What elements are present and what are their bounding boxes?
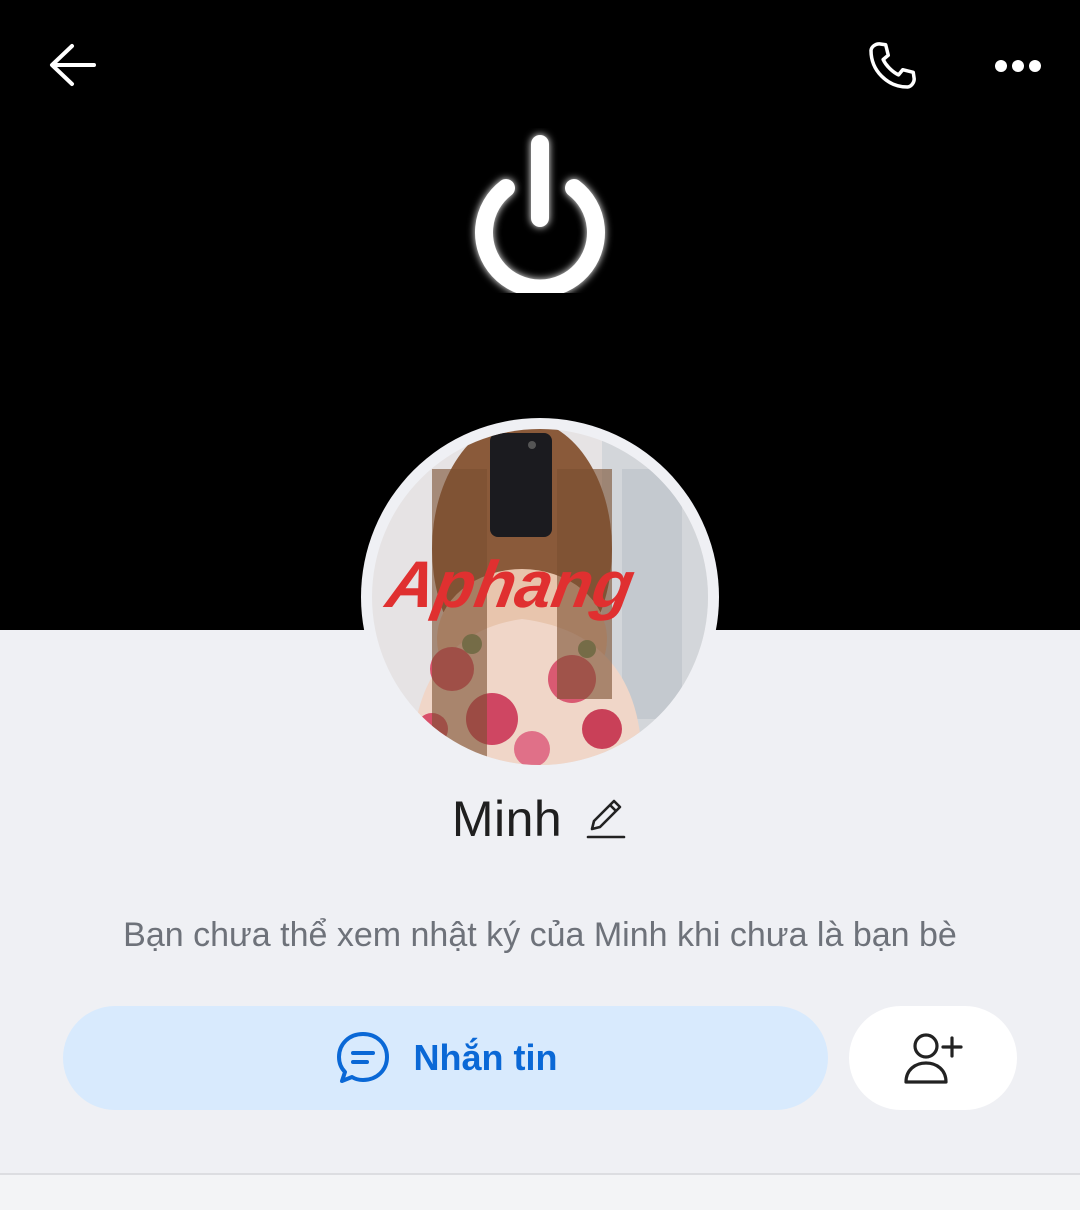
profile-name: Minh — [451, 791, 563, 847]
profile-name-row: Minh — [0, 784, 1080, 854]
power-symbol-image — [475, 135, 605, 293]
more-horizontal-icon — [995, 60, 1041, 72]
arrow-left-icon — [50, 44, 96, 86]
profile-screen: Aphang Minh Bạn chưa thể xem nhật ký của… — [0, 0, 1080, 1210]
avatar-photo: Aphang — [372, 429, 708, 765]
pencil-icon[interactable] — [584, 795, 628, 843]
chat-bubble-icon — [336, 1032, 389, 1083]
more-options-button[interactable] — [980, 36, 1056, 96]
avatar[interactable]: Aphang — [372, 429, 708, 765]
bottom-section — [0, 1175, 1080, 1210]
message-button-label: Nhắn tin — [413, 1037, 558, 1078]
svg-text:Aphang: Aphang — [379, 548, 640, 621]
add-friend-button[interactable] — [849, 1006, 1017, 1110]
call-button[interactable] — [856, 30, 928, 102]
add-user-icon — [904, 1033, 963, 1084]
phone-icon — [869, 42, 916, 89]
back-button[interactable] — [38, 30, 108, 100]
message-button[interactable]: Nhắn tin — [63, 1006, 828, 1110]
watermark: Aphang — [379, 548, 640, 621]
privacy-notice: Bạn chưa thể xem nhật ký của Minh khi ch… — [123, 916, 957, 954]
